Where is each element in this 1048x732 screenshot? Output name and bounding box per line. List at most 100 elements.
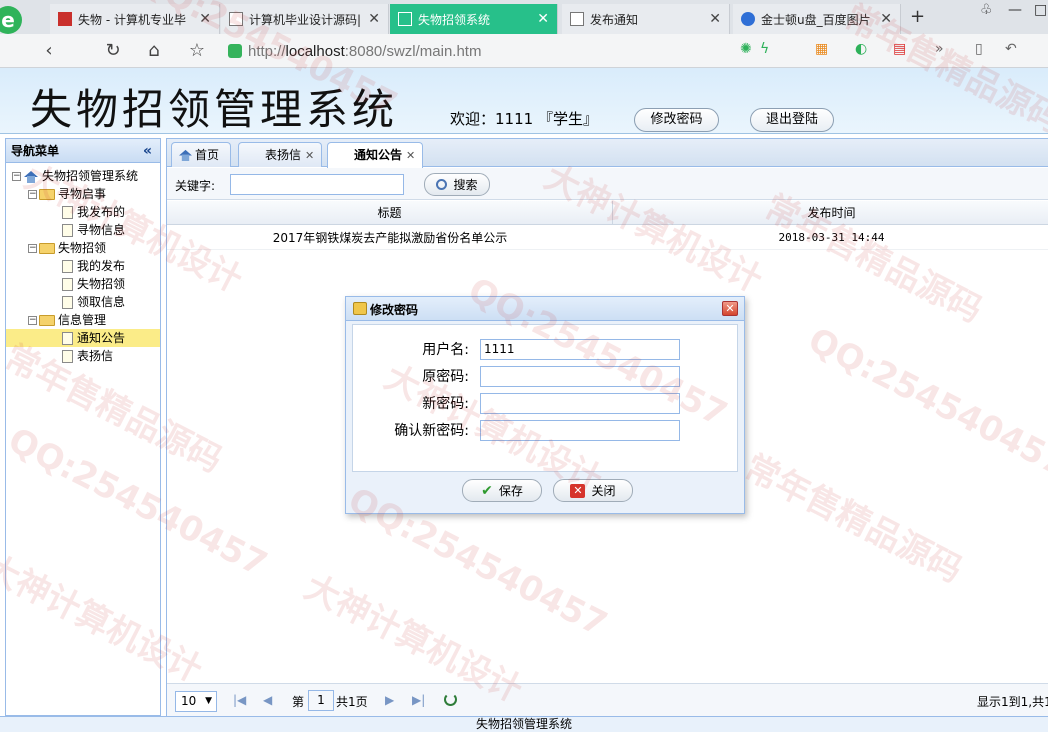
system-title: 失物招领管理系统 <box>30 85 399 134</box>
save-label: 保存 <box>498 484 523 498</box>
tree-item-lost-info[interactable]: 寻物信息 <box>6 221 160 239</box>
home-icon <box>179 149 192 161</box>
skin-icon[interactable]: ♧ <box>980 2 993 18</box>
page-size-select[interactable]: 10 ▼ <box>175 691 217 712</box>
new-tab-button[interactable]: + <box>910 6 925 27</box>
undo-icon[interactable]: ↶ <box>1005 41 1017 57</box>
home-icon[interactable]: ⌂ <box>143 40 165 62</box>
home-icon <box>24 170 38 183</box>
tree-item-claim-info[interactable]: 领取信息 <box>6 293 160 311</box>
collapse-toggle-icon[interactable]: − <box>28 315 37 325</box>
close-icon[interactable]: ✕ <box>722 301 738 316</box>
shield-extension-icon[interactable]: ◐ <box>855 41 867 57</box>
table-row[interactable]: 2017年钢铁煤炭去产能拟激励省份名单公示 2018-03-31 14:44 <box>167 226 1048 250</box>
back-icon[interactable]: ‹ <box>38 40 60 62</box>
page-number-input[interactable]: 1 <box>308 690 334 711</box>
close-tab-icon[interactable]: ✕ <box>199 11 211 27</box>
nav-title: 导航菜单 <box>11 144 60 158</box>
close-tab-icon[interactable]: ✕ <box>305 144 314 167</box>
apps-icon[interactable]: ▦ <box>815 41 828 57</box>
tree-root[interactable]: − 失物招领管理系统 <box>6 167 160 185</box>
tree-group-info-management[interactable]: − 信息管理 <box>6 311 160 329</box>
tree-item-announcements[interactable]: 通知公告 <box>6 329 160 347</box>
more-extensions-icon[interactable]: » <box>935 41 944 57</box>
baidu-paw-icon <box>741 12 755 26</box>
last-page-icon[interactable]: ▶| <box>412 693 425 707</box>
bookmark-star-icon[interactable]: ☆ <box>186 40 208 62</box>
tree-group-found[interactable]: − 失物招领 <box>6 239 160 257</box>
old-password-field[interactable] <box>480 366 680 387</box>
dialog-title: 修改密码 <box>370 303 419 317</box>
browser-tab-title: 计算机毕业设计源码| <box>249 12 362 27</box>
search-button[interactable]: 搜索 <box>424 173 490 196</box>
prev-page-icon[interactable]: ◀ <box>263 693 272 707</box>
tree-item-praise-letters[interactable]: 表扬信 <box>6 347 160 365</box>
edit-icon <box>353 302 367 315</box>
tree-item-label: 表扬信 <box>77 349 114 363</box>
close-tab-icon[interactable]: ✕ <box>709 11 721 27</box>
close-tab-icon[interactable]: ✕ <box>880 11 892 27</box>
browser-logo-icon: e <box>0 6 22 34</box>
tab-praise-letters[interactable]: 表扬信 ✕ <box>238 142 322 167</box>
tab-announcements[interactable]: 通知公告 ✕ <box>327 142 423 168</box>
save-button[interactable]: ✔ 保存 <box>462 479 542 502</box>
browser-tab-4[interactable]: 发布通知 ✕ <box>562 4 730 34</box>
first-page-icon[interactable]: |◀ <box>233 693 246 707</box>
tree-item-my-publish[interactable]: 我的发布 <box>6 257 160 275</box>
dialog-form: 用户名: 1111 原密码: 新密码: 确认新密码: <box>352 324 738 472</box>
phone-icon[interactable]: ▯ <box>975 41 983 57</box>
lightning-icon[interactable]: ϟ <box>760 41 769 57</box>
file-icon <box>62 331 73 345</box>
page-footer: 失物招领管理系统 <box>0 716 1048 732</box>
grid-header: 标题 发布时间 <box>167 201 1048 225</box>
keyword-input[interactable] <box>230 174 404 195</box>
next-page-icon[interactable]: ▶ <box>385 693 394 707</box>
confirm-password-field[interactable] <box>480 420 680 441</box>
tree-item-label: 通知公告 <box>77 331 126 345</box>
browser-tab-title: 发布通知 <box>590 12 639 27</box>
logout-button[interactable]: 退出登陆 <box>750 108 834 132</box>
collapse-toggle-icon[interactable]: − <box>12 171 21 181</box>
folder-icon <box>39 242 55 254</box>
url-field[interactable]: http://localhost:8080/swzl/main.htm <box>228 39 728 63</box>
new-password-label: 新密码: <box>422 396 469 412</box>
tree-item-found-items[interactable]: 失物招领 <box>6 275 160 293</box>
tree-group-lost-notice[interactable]: − 寻物启事 <box>6 185 160 203</box>
reload-icon[interactable]: ↻ <box>102 40 124 62</box>
welcome-text: 欢迎：1111 『学生』 <box>450 110 598 128</box>
tree-item-my-posts[interactable]: 我发布的 <box>6 203 160 221</box>
browser-tab-2[interactable]: 计算机毕业设计源码| ✕ <box>221 4 389 34</box>
collapse-toggle-icon[interactable]: − <box>28 189 37 199</box>
pagination-bar: 10 ▼ |◀ ◀ 第 1 共1页 ▶ ▶| 显示1到1,共1 <box>167 683 1048 717</box>
left-navigation: 导航菜单 « − 失物招领管理系统 − 寻物启事 我发布的 寻物信息 − 失物招… <box>5 138 161 716</box>
username-field[interactable]: 1111 <box>480 339 680 360</box>
folder-icon <box>39 314 55 326</box>
maximize-icon[interactable]: □ <box>1034 2 1047 18</box>
cancel-button[interactable]: ✕ 关闭 <box>553 479 633 502</box>
column-header-time[interactable]: 发布时间 <box>614 201 1048 225</box>
browser-tab-3[interactable]: 失物招领系统 ✕ <box>390 4 558 34</box>
close-tab-icon[interactable]: ✕ <box>537 11 549 27</box>
change-password-button[interactable]: 修改密码 <box>634 108 719 132</box>
close-tab-icon[interactable]: ✕ <box>368 11 380 27</box>
nav-header: 导航菜单 « <box>6 139 160 163</box>
tab-home[interactable]: 首页 <box>171 142 231 167</box>
tab-label: 表扬信 <box>265 147 302 162</box>
column-header-title[interactable]: 标题 <box>167 201 613 225</box>
browser-tab-5[interactable]: 金士顿u盘_百度图片 ✕ <box>733 4 901 34</box>
tree-item-label: 我的发布 <box>77 259 126 273</box>
minimize-icon[interactable]: — <box>1008 2 1022 18</box>
page-size-value: 10 <box>181 694 197 708</box>
search-button-label: 搜索 <box>453 178 478 192</box>
collapse-toggle-icon[interactable]: − <box>28 243 37 253</box>
address-bar: ‹ ↻ ⌂ ☆ http://localhost:8080/swzl/main.… <box>0 34 1048 68</box>
browser-tab-1[interactable]: 失物 - 计算机专业毕 ✕ <box>50 4 220 34</box>
pdf-extension-icon[interactable]: ▤ <box>893 41 906 57</box>
refresh-icon[interactable] <box>444 693 457 706</box>
close-tab-icon[interactable]: ✕ <box>406 144 415 167</box>
file-icon <box>62 349 73 363</box>
collapse-icon[interactable]: « <box>143 139 152 163</box>
secure-shield-icon <box>228 44 242 58</box>
new-password-field[interactable] <box>480 393 680 414</box>
speed-icon[interactable]: ✺ <box>740 41 752 57</box>
